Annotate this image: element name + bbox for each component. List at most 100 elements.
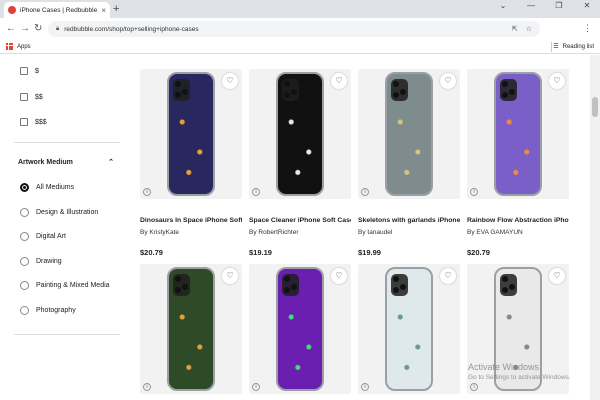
radio-button[interactable] bbox=[20, 281, 29, 290]
product-artist[interactable]: By RobertRichter bbox=[249, 229, 351, 236]
product-image[interactable]: ♡ i bbox=[467, 69, 569, 199]
product-image[interactable]: ♡ i bbox=[140, 264, 242, 394]
product-title[interactable]: Rainbow Flow Abstraction iPhon... bbox=[467, 217, 569, 224]
bookmark-star-icon[interactable]: ☆ bbox=[526, 25, 532, 33]
heart-icon[interactable]: ♡ bbox=[222, 73, 238, 89]
close-window-icon[interactable]: ✕ bbox=[580, 1, 594, 10]
chevron-up-icon[interactable]: ⌃ bbox=[108, 158, 114, 166]
radio-button[interactable] bbox=[20, 208, 29, 217]
camera-icon bbox=[173, 274, 190, 296]
phone-case-image bbox=[276, 267, 324, 391]
info-icon[interactable]: i bbox=[361, 188, 369, 196]
medium-option-all[interactable]: All Mediums bbox=[20, 183, 74, 192]
product-artist[interactable]: By EVA GAMAYUN bbox=[467, 229, 569, 236]
info-icon[interactable]: i bbox=[361, 383, 369, 391]
product-image[interactable]: ♡ i bbox=[358, 264, 460, 394]
product-image[interactable]: ♡ i bbox=[249, 264, 351, 394]
camera-icon bbox=[500, 274, 517, 296]
radio-button[interactable] bbox=[20, 232, 29, 241]
product-image[interactable]: ♡ i bbox=[358, 69, 460, 199]
heart-icon[interactable]: ♡ bbox=[440, 73, 456, 89]
phone-case-image bbox=[167, 267, 215, 391]
product-card[interactable]: ♡ i Rainbow Flow Abstraction iPhon... By… bbox=[467, 69, 569, 257]
product-title[interactable]: Skeletons with garlands iPhone ... bbox=[358, 217, 460, 224]
info-icon[interactable]: i bbox=[143, 188, 151, 196]
info-icon[interactable]: i bbox=[252, 188, 260, 196]
minimize-icon[interactable]: — bbox=[524, 1, 538, 10]
medium-option-digital-art[interactable]: Digital Art bbox=[20, 232, 66, 241]
radio-selected[interactable] bbox=[20, 183, 29, 192]
price-filter-option[interactable]: $ bbox=[20, 67, 39, 75]
reading-list-icon: ☰ bbox=[553, 44, 559, 50]
product-card[interactable]: ♡ i bbox=[358, 264, 460, 394]
browser-toolbar: ← → ↻ 🔒︎ redbubble.com/shop/top+selling+… bbox=[0, 18, 600, 40]
camera-icon bbox=[391, 79, 408, 101]
product-image[interactable]: ♡ i bbox=[249, 69, 351, 199]
scrollbar-thumb[interactable] bbox=[592, 97, 598, 117]
reload-icon[interactable]: ↻ bbox=[34, 22, 42, 36]
price-filter-option[interactable]: $$$ bbox=[20, 118, 47, 126]
radio-button[interactable] bbox=[20, 306, 29, 315]
product-card[interactable]: ♡ i Dinosaurs In Space iPhone Soft ... B… bbox=[140, 69, 242, 257]
browser-tab[interactable]: iPhone Cases | Redbubble × bbox=[4, 2, 110, 18]
price-checkbox[interactable] bbox=[20, 67, 28, 75]
product-card[interactable]: ♡ i bbox=[140, 264, 242, 394]
reading-list-button[interactable]: ☰ Reading list bbox=[553, 43, 594, 51]
lock-icon[interactable]: 🔒︎ bbox=[56, 26, 59, 33]
product-image[interactable]: ♡ i bbox=[140, 69, 242, 199]
close-tab-icon[interactable]: × bbox=[101, 6, 106, 15]
address-bar[interactable]: 🔒︎ redbubble.com/shop/top+selling+iphone… bbox=[48, 21, 540, 37]
chevron-down-icon[interactable]: ⌄ bbox=[496, 1, 510, 10]
product-title[interactable]: Dinosaurs In Space iPhone Soft ... bbox=[140, 217, 242, 224]
product-card[interactable]: ♡ i Space Cleaner iPhone Soft Case By Ro… bbox=[249, 69, 351, 257]
browser-menu-icon[interactable]: ⋮ bbox=[583, 24, 592, 33]
medium-option-painting-mixed-media[interactable]: Painting & Mixed Media bbox=[20, 281, 110, 290]
heart-icon[interactable]: ♡ bbox=[549, 73, 565, 89]
phone-case-image bbox=[385, 72, 433, 196]
radio-button[interactable] bbox=[20, 257, 29, 266]
product-artist[interactable]: By KristyKate bbox=[140, 229, 242, 236]
product-card[interactable]: ♡ i bbox=[249, 264, 351, 394]
phone-case-image bbox=[276, 72, 324, 196]
product-price: $19.99 bbox=[358, 248, 381, 257]
heart-icon[interactable]: ♡ bbox=[440, 268, 456, 284]
forward-icon[interactable]: → bbox=[20, 22, 30, 36]
price-checkbox[interactable] bbox=[20, 118, 28, 126]
price-option-label: $$ bbox=[35, 93, 43, 101]
apps-bookmark[interactable]: Apps bbox=[6, 43, 31, 50]
price-filter-option[interactable]: $$ bbox=[20, 93, 43, 101]
product-artist[interactable]: By tanaudel bbox=[358, 229, 460, 236]
heart-icon[interactable]: ♡ bbox=[331, 268, 347, 284]
heart-icon[interactable]: ♡ bbox=[331, 73, 347, 89]
url-text[interactable]: redbubble.com/shop/top+selling+iphone-ca… bbox=[64, 26, 512, 33]
camera-icon bbox=[173, 79, 190, 101]
share-icon[interactable]: ⇱ bbox=[512, 25, 518, 33]
tab-title: iPhone Cases | Redbubble bbox=[20, 6, 98, 14]
bookmarks-bar: Apps ☰ Reading list bbox=[0, 40, 600, 54]
info-icon[interactable]: i bbox=[470, 383, 478, 391]
product-title[interactable]: Space Cleaner iPhone Soft Case bbox=[249, 217, 351, 224]
page-scrollbar[interactable] bbox=[590, 55, 600, 400]
info-icon[interactable]: i bbox=[470, 188, 478, 196]
heart-icon[interactable]: ♡ bbox=[222, 268, 238, 284]
sidebar-divider bbox=[14, 142, 120, 143]
new-tab-button[interactable]: + bbox=[113, 2, 119, 16]
medium-option-photography[interactable]: Photography bbox=[20, 306, 76, 315]
price-checkbox[interactable] bbox=[20, 93, 28, 101]
restore-icon[interactable]: ❐ bbox=[552, 1, 566, 10]
phone-case-image bbox=[494, 72, 542, 196]
watermark-title: Activate Windows bbox=[468, 362, 540, 372]
artwork-medium-header[interactable]: Artwork Medium ⌃ bbox=[18, 158, 114, 167]
medium-option-design-illustration[interactable]: Design & Illustration bbox=[20, 208, 98, 217]
heart-icon[interactable]: ♡ bbox=[549, 268, 565, 284]
camera-icon bbox=[282, 274, 299, 296]
medium-option-drawing[interactable]: Drawing bbox=[20, 257, 62, 266]
product-card[interactable]: ♡ i Skeletons with garlands iPhone ... B… bbox=[358, 69, 460, 257]
camera-icon bbox=[282, 79, 299, 101]
info-icon[interactable]: i bbox=[252, 383, 260, 391]
back-icon[interactable]: ← bbox=[6, 22, 16, 36]
product-price: $20.79 bbox=[467, 248, 490, 257]
product-price: $20.79 bbox=[140, 248, 163, 257]
info-icon[interactable]: i bbox=[143, 383, 151, 391]
window-controls: ⌄ — ❐ ✕ bbox=[496, 1, 594, 10]
